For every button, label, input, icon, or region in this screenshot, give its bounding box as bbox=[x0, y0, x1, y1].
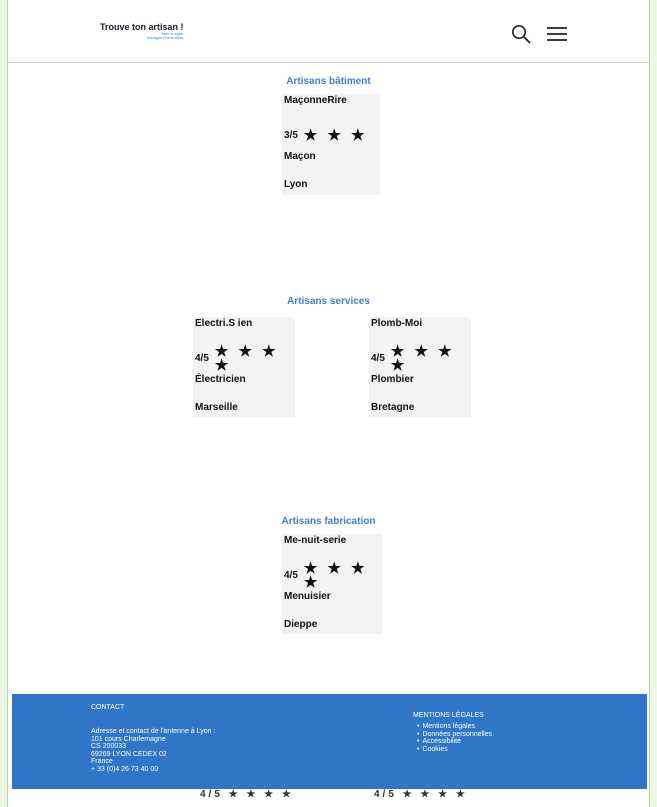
artisan-card[interactable]: Me-nuit-serie 4/5 ★ ★ ★ ★ Menuisier Diep… bbox=[282, 534, 382, 634]
artisan-card[interactable]: Electri.S ien 4/5 ★ ★ ★ ★ Électricien Ma… bbox=[193, 317, 295, 417]
artisan-trade: Menuisier bbox=[284, 591, 331, 602]
footer-link-mentions[interactable]: Mentions légales bbox=[417, 723, 492, 731]
footer-legal-links: Mentions légales Données personnelles Ac… bbox=[417, 723, 492, 753]
artisan-trade: Plombier bbox=[371, 374, 414, 385]
logo-title: Trouve ton artisan ! bbox=[100, 22, 184, 32]
artisan-name: Plomb-Moi bbox=[371, 318, 423, 329]
section-title-batiment: Artisans bâtiment bbox=[286, 76, 371, 87]
artisan-name: Electri.S ien bbox=[195, 318, 253, 329]
rating-score: 3/5 bbox=[284, 130, 298, 141]
artisan-card[interactable]: MaçonneRire 3/5 ★ ★ ★ Maçon Lyon bbox=[282, 94, 380, 195]
rating-score: 4/5 bbox=[195, 353, 209, 364]
logo-subtitle-2: Auvergne-Rhône-Alpes bbox=[147, 36, 184, 40]
overflow-rating: 4/5 ★ ★ ★ ★ bbox=[200, 789, 294, 797]
artisan-city: Marseille bbox=[195, 402, 238, 413]
artisan-rating: 4/5 ★ ★ ★ ★ bbox=[369, 343, 471, 374]
artisan-city: Dieppe bbox=[284, 619, 318, 630]
section-title-services: Artisans services bbox=[287, 296, 370, 307]
star-icon: ★ ★ ★ bbox=[303, 127, 368, 144]
contact-line: France bbox=[91, 758, 113, 766]
artisan-name: MaçonneRire bbox=[284, 95, 347, 106]
site-footer: CONTACT Adresse et contact de l'antenne … bbox=[12, 694, 647, 789]
search-icon[interactable] bbox=[511, 24, 531, 44]
artisan-trade: Électricien bbox=[195, 374, 246, 385]
contact-line: 101 cours Charlemagne bbox=[91, 735, 166, 743]
footer-link-donnees[interactable]: Données personnelles bbox=[417, 731, 492, 739]
contact-line: 69269 LYON CEDEX 02 bbox=[91, 750, 167, 758]
footer-link-cookies[interactable]: Cookies bbox=[417, 746, 492, 754]
contact-phone[interactable]: + 33 (0)4 26 73 40 00 bbox=[91, 766, 215, 774]
star-icon: ★ ★ ★ ★ bbox=[303, 560, 368, 591]
artisan-rating: 3/5 ★ ★ ★ bbox=[282, 122, 380, 150]
footer-link-accessibilite[interactable]: Accessibilité bbox=[417, 738, 492, 746]
contact-line: Adresse et contact de l'antenne à Lyon : bbox=[91, 728, 216, 735]
contact-line: CS 200033 bbox=[91, 743, 127, 751]
menu-icon[interactable] bbox=[546, 26, 568, 42]
artisan-city: Bretagne bbox=[371, 402, 415, 413]
star-icon: ★ ★ ★ ★ bbox=[390, 343, 455, 374]
star-icon: ★ ★ ★ ★ bbox=[214, 343, 279, 374]
overflow-rating: 4/5 ★ ★ ★ ★ bbox=[374, 789, 468, 797]
footer-legal-title: MENTIONS LÉGALES bbox=[413, 712, 484, 719]
rating-score: 4/5 bbox=[284, 570, 298, 581]
rating-score: 4/5 bbox=[371, 353, 385, 364]
page-frame: Trouve ton artisan ! Avec la région Auve… bbox=[7, 0, 650, 807]
artisan-name: Me-nuit-serie bbox=[284, 535, 347, 546]
site-logo[interactable]: Trouve ton artisan ! Avec la région Auve… bbox=[100, 22, 184, 40]
artisan-trade: Maçon bbox=[284, 151, 316, 162]
artisan-rating: 4/5 ★ ★ ★ ★ bbox=[282, 560, 382, 591]
footer-contact-title: CONTACT bbox=[91, 704, 125, 711]
artisan-city: Lyon bbox=[284, 179, 308, 190]
section-title-fabrication: Artisans fabrication bbox=[281, 516, 376, 527]
artisan-card[interactable]: Plomb-Moi 4/5 ★ ★ ★ ★ Plombier Bretagne bbox=[369, 317, 471, 417]
artisan-rating: 4/5 ★ ★ ★ ★ bbox=[193, 343, 295, 374]
site-header: Trouve ton artisan ! Avec la région Auve… bbox=[8, 0, 649, 63]
footer-contact-address: Adresse et contact de l'antenne à Lyon :… bbox=[91, 728, 215, 774]
